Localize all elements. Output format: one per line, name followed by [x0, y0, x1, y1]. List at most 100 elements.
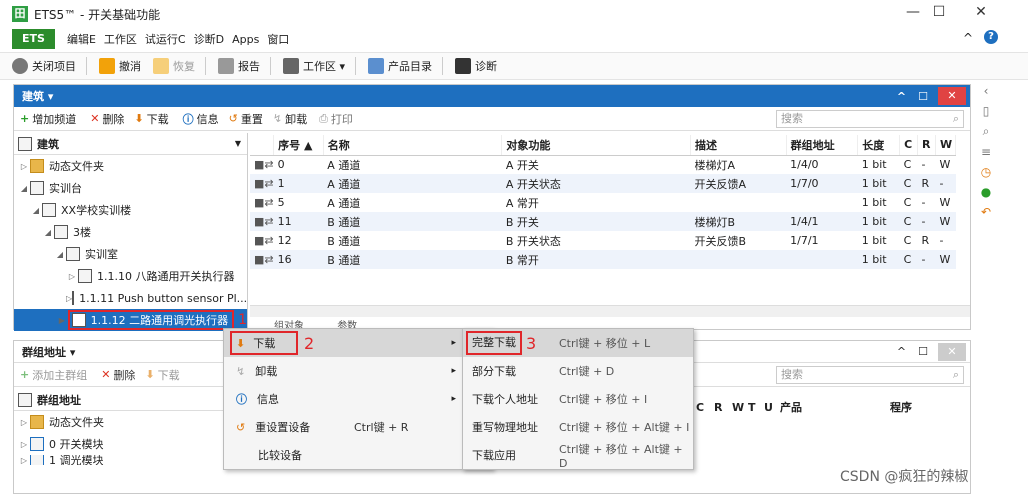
ctx-item-reset-device[interactable]: ↺ 重设置设备 Ctrl键 + R: [224, 413, 492, 441]
tree-item-school-building[interactable]: ◢ XX学校实训楼: [14, 199, 247, 221]
tree-item-training-bench[interactable]: ◢ 实训台: [14, 177, 247, 199]
group-panel-title[interactable]: 群组地址 ▾: [22, 344, 75, 360]
table-header-cell[interactable]: W: [732, 401, 748, 414]
add-main-group-button[interactable]: 添加主群组: [32, 367, 87, 383]
table-header-cell[interactable]: T: [748, 401, 764, 414]
horizontal-scrollbar[interactable]: [250, 305, 970, 317]
redo-button[interactable]: 恢复: [153, 58, 195, 74]
download-button[interactable]: 下载: [158, 367, 180, 383]
table-row[interactable]: ■⇄ 0 A 通道 A 开关 楼梯灯A 1/4/0 1 bit C - W: [250, 155, 956, 174]
collapse-icon[interactable]: ◢: [42, 228, 54, 237]
table-header-cell[interactable]: 产品: [780, 399, 890, 415]
panel-collapse-icon[interactable]: ^: [897, 345, 906, 358]
play-icon[interactable]: ●: [981, 185, 991, 199]
submenu-item-full-download[interactable]: 完整下载 3 Ctrl键 + 移位 + L: [463, 329, 693, 357]
tree-item-dimming-module[interactable]: ▷ 1 调光模块: [14, 455, 248, 465]
table-header-cell[interactable]: C: [899, 135, 919, 156]
group-search-input[interactable]: 搜索 ⌕: [776, 365, 964, 384]
print-button[interactable]: 打印: [331, 111, 353, 127]
table-header-cell[interactable]: 群组地址: [786, 135, 859, 156]
maximize-button[interactable]: ☐: [924, 4, 954, 20]
tree-item-dynamic-folder[interactable]: ▷ 动态文件夹: [14, 155, 247, 177]
table-row[interactable]: ■⇄ 5 A 通道 A 常开 1 bit C - W: [250, 193, 956, 212]
tree-item-device-1-1-11[interactable]: ▷ 1.1.11 Push button sensor Pl...: [14, 287, 247, 309]
building-panel-title[interactable]: 建筑 ▾: [22, 88, 53, 104]
collapse-icon[interactable]: ◢: [54, 250, 66, 259]
chevron-left-icon[interactable]: ‹: [984, 84, 989, 98]
ctx-item-info[interactable]: ⓘ 信息 ▸: [224, 385, 492, 413]
document-icon[interactable]: ▯: [983, 104, 990, 118]
report-button[interactable]: 报告: [218, 58, 260, 74]
tree-item-device-1-1-12-selected[interactable]: ▶ 1.1.12 二路通用调光执行器 1: [14, 309, 247, 331]
panel-restore-icon[interactable]: ☐: [918, 90, 928, 103]
table-header-cell[interactable]: C: [696, 401, 714, 414]
ctx-item-download[interactable]: ⬇ 下载 2 ▸: [224, 329, 492, 357]
menu-window[interactable]: 窗口: [267, 31, 289, 47]
submenu-item-download-individual-address[interactable]: 下载个人地址 Ctrl键 + 移位 + I: [463, 385, 693, 413]
tree-item-floor-3[interactable]: ◢ 3楼: [14, 221, 247, 243]
dropdown-icon[interactable]: ▼: [235, 139, 241, 148]
table-header-cell[interactable]: 名称: [323, 135, 503, 156]
add-channel-button[interactable]: 增加频道: [32, 111, 76, 127]
menu-commission[interactable]: 试运行C: [145, 31, 186, 47]
menu-edit[interactable]: 编辑E: [67, 31, 96, 47]
search-icon[interactable]: ⌕: [953, 111, 959, 127]
table-row[interactable]: ■⇄ 11 B 通道 B 开关 楼梯灯B 1/4/1 1 bit C - W: [250, 212, 956, 231]
workspace-button[interactable]: 工作区 ▾: [283, 58, 345, 74]
clock-icon[interactable]: ◷: [981, 165, 991, 179]
search-side-icon[interactable]: ⌕: [983, 124, 990, 139]
tree-item-training-room[interactable]: ◢ 实训室: [14, 243, 247, 265]
table-header-cell[interactable]: 程序: [890, 399, 912, 415]
reset-button[interactable]: 重置: [241, 111, 263, 127]
download-button[interactable]: 下载: [147, 111, 169, 127]
diagnose-button[interactable]: 诊断: [455, 58, 497, 74]
table-row[interactable]: ■⇄ 16 B 通道 B 常开 1 bit C - W: [250, 250, 956, 269]
tree-item-dynamic-folder[interactable]: ▷ 动态文件夹: [14, 411, 248, 433]
collapse-icon[interactable]: ◢: [30, 206, 42, 215]
undo-button[interactable]: 撤消: [99, 58, 141, 74]
catalog-button[interactable]: 产品目录: [368, 58, 432, 74]
table-header-cell[interactable]: R: [714, 401, 732, 414]
ets-menu-button[interactable]: ETS: [12, 29, 55, 49]
list-icon[interactable]: ≡: [981, 145, 991, 159]
search-icon[interactable]: ⌕: [953, 367, 959, 383]
panel-close-icon[interactable]: ✕: [938, 87, 966, 105]
submenu-item-overwrite-physical-address[interactable]: 重写物理地址 Ctrl键 + 移位 + Alt键 + I: [463, 413, 693, 441]
collapse-icon[interactable]: ◢: [18, 184, 30, 193]
delete-button[interactable]: 删除: [113, 367, 135, 383]
expand-icon[interactable]: ▷: [66, 272, 78, 281]
panel-collapse-icon[interactable]: ^: [897, 90, 906, 103]
collapse-ribbon-icon[interactable]: ^: [963, 31, 973, 45]
close-button[interactable]: ✕: [966, 4, 996, 20]
ctx-item-compare-device[interactable]: 比较设备: [224, 441, 492, 469]
menu-apps[interactable]: Apps: [232, 33, 259, 46]
expand-icon[interactable]: ▷: [18, 162, 30, 171]
expand-icon[interactable]: ▷: [18, 456, 30, 465]
help-icon[interactable]: ?: [984, 30, 998, 44]
table-header-cell[interactable]: 描述: [690, 135, 787, 156]
menu-diagnostics[interactable]: 诊断D: [194, 31, 224, 47]
building-search-input[interactable]: 搜索 ⌕: [776, 109, 964, 128]
table-header-cell[interactable]: R: [917, 135, 936, 156]
tree-item-device-1-1-10[interactable]: ▷ 1.1.10 八路通用开关执行器: [14, 265, 247, 287]
table-header-cell[interactable]: W: [935, 135, 957, 156]
submenu-item-download-application[interactable]: 下载应用 Ctrl键 + 移位 + Alt键 + D: [463, 441, 693, 470]
delete-button[interactable]: 删除: [102, 111, 124, 127]
table-row[interactable]: ■⇄ 12 B 通道 B 开关状态 开关反馈B 1/7/1 1 bit C R …: [250, 231, 956, 250]
unload-button[interactable]: 卸载: [285, 111, 307, 127]
table-row[interactable]: ■⇄ 1 A 通道 A 开关状态 开关反馈A 1/7/0 1 bit C R -: [250, 174, 956, 193]
table-header-cell[interactable]: 长度: [857, 135, 901, 156]
close-project-button[interactable]: 关闭项目: [12, 58, 76, 74]
submenu-item-partial-download[interactable]: 部分下载 Ctrl键 + D: [463, 357, 693, 385]
tree-item-switch-module[interactable]: ▷ 0 开关模块: [14, 433, 248, 455]
menu-workspace[interactable]: 工作区: [104, 31, 137, 47]
ctx-item-unload[interactable]: ↯ 卸载 ▸: [224, 357, 492, 385]
undo-side-icon[interactable]: ↶: [981, 205, 991, 219]
info-button[interactable]: 信息: [197, 111, 219, 127]
table-header-cell[interactable]: 对象功能: [501, 135, 692, 156]
expand-icon[interactable]: ▶: [56, 316, 68, 325]
expand-icon[interactable]: ▷: [18, 440, 30, 449]
panel-close-icon[interactable]: ✕: [938, 342, 966, 361]
table-header-cell[interactable]: 序号 ▲: [273, 135, 324, 156]
panel-restore-icon[interactable]: ☐: [918, 345, 928, 358]
